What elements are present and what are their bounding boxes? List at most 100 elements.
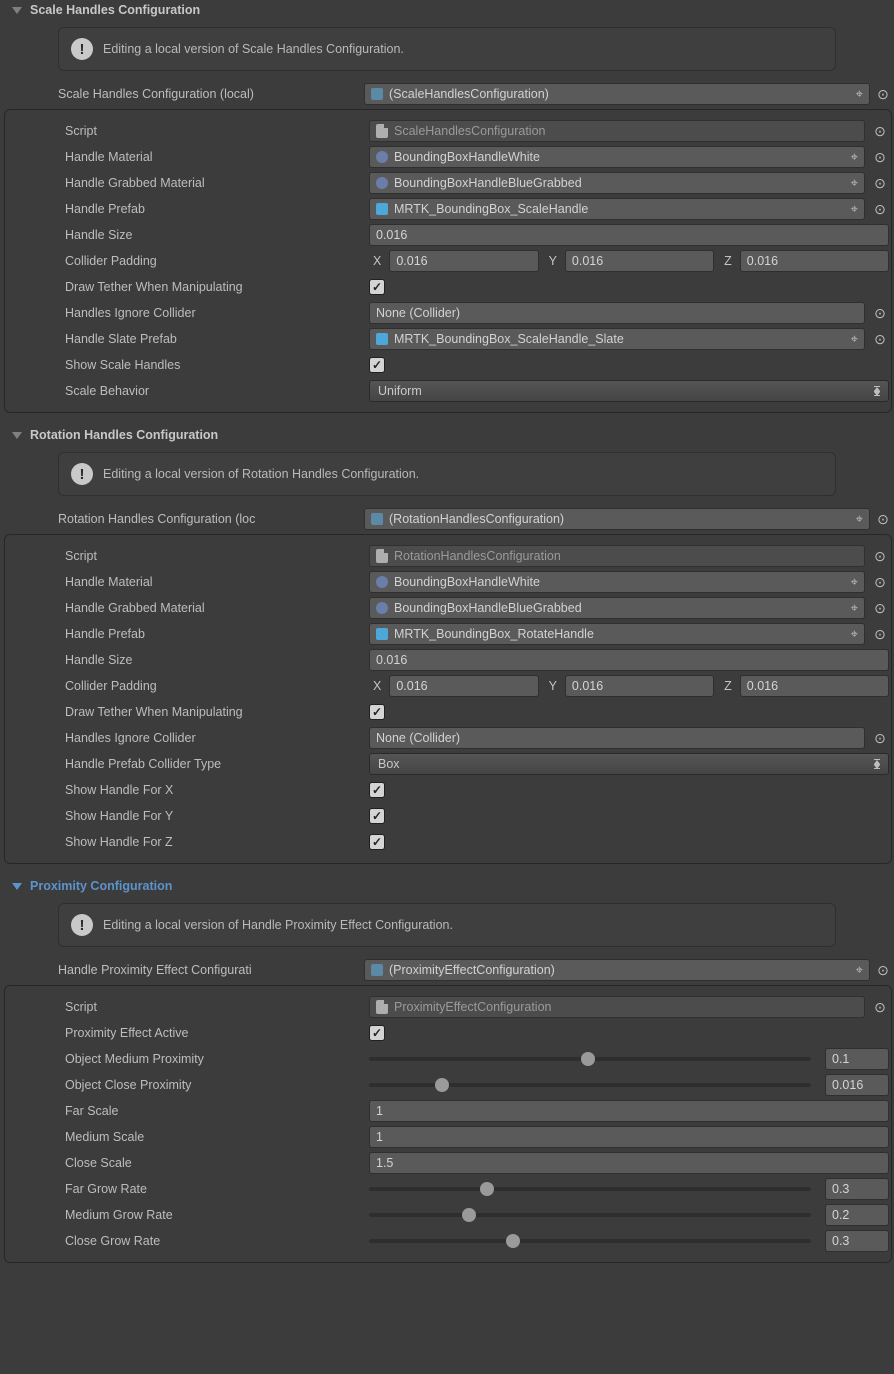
script-field: ProximityEffectConfiguration: [369, 996, 865, 1018]
object-close-proximity-value[interactable]: 0.016: [825, 1074, 889, 1096]
proximity-config-asset-field[interactable]: (ProximityEffectConfiguration): [364, 959, 870, 981]
object-picker-button[interactable]: [871, 198, 889, 220]
field-label: Proximity Effect Active: [65, 1026, 369, 1040]
prefab-icon: [376, 203, 388, 215]
axis-y-label: Y: [549, 679, 557, 693]
show-handle-z-checkbox[interactable]: [369, 834, 385, 850]
field-label: Far Grow Rate: [65, 1182, 369, 1196]
handle-size-input[interactable]: 0.016: [369, 649, 889, 671]
collider-padding-x[interactable]: 0.016: [389, 675, 538, 697]
far-grow-rate-slider[interactable]: [369, 1178, 819, 1200]
object-medium-proximity-value[interactable]: 0.1: [825, 1048, 889, 1070]
object-close-proximity-slider[interactable]: [369, 1074, 819, 1096]
show-handle-y-checkbox[interactable]: [369, 808, 385, 824]
close-grow-rate-value[interactable]: 0.3: [825, 1230, 889, 1252]
rotation-config-asset-field[interactable]: (RotationHandlesConfiguration): [364, 508, 870, 530]
field-label: Handle Grabbed Material: [65, 601, 369, 615]
far-grow-rate-value[interactable]: 0.3: [825, 1178, 889, 1200]
object-picker-button[interactable]: [871, 597, 889, 619]
asset-icon: [371, 513, 383, 525]
field-label: Handle Prefab: [65, 627, 369, 641]
field-value: MRTK_BoundingBox_ScaleHandle: [394, 202, 588, 216]
draw-tether-checkbox[interactable]: [369, 704, 385, 720]
field-label: Draw Tether When Manipulating: [65, 280, 369, 294]
field-value: None (Collider): [376, 306, 460, 320]
object-picker-button[interactable]: [871, 172, 889, 194]
handles-ignore-collider-field[interactable]: None (Collider): [369, 302, 865, 324]
object-medium-proximity-slider[interactable]: [369, 1048, 819, 1070]
section-scale: Scale Handles Configuration Editing a lo…: [0, 0, 894, 413]
object-picker-button[interactable]: [871, 328, 889, 350]
prefab-icon: [376, 333, 388, 345]
object-picker-button[interactable]: [874, 959, 892, 981]
section-proximity: Proximity Configuration Editing a local …: [0, 876, 894, 1263]
handles-ignore-collider-field[interactable]: None (Collider): [369, 727, 865, 749]
field-label: Close Scale: [65, 1156, 369, 1170]
collider-padding-x[interactable]: 0.016: [389, 250, 538, 272]
handle-prefab-field[interactable]: MRTK_BoundingBox_ScaleHandle: [369, 198, 865, 220]
info-text: Editing a local version of Handle Proxim…: [103, 918, 453, 932]
object-picker-button[interactable]: [871, 623, 889, 645]
material-icon: [376, 177, 388, 189]
handle-prefab-field[interactable]: MRTK_BoundingBox_RotateHandle: [369, 623, 865, 645]
collider-padding-z[interactable]: 0.016: [740, 675, 889, 697]
collider-padding-y[interactable]: 0.016: [565, 675, 714, 697]
object-picker-button[interactable]: [874, 83, 892, 105]
field-value: MRTK_BoundingBox_ScaleHandle_Slate: [394, 332, 624, 346]
collider-padding-z[interactable]: 0.016: [740, 250, 889, 272]
scale-config-asset-field[interactable]: (ScaleHandlesConfiguration): [364, 83, 870, 105]
field-value: BoundingBoxHandleWhite: [394, 150, 540, 164]
far-scale-input[interactable]: 1: [369, 1100, 889, 1122]
field-value: MRTK_BoundingBox_RotateHandle: [394, 627, 594, 641]
object-picker-button[interactable]: [871, 727, 889, 749]
field-label: Object Close Proximity: [65, 1078, 369, 1092]
handle-material-field[interactable]: BoundingBoxHandleWhite: [369, 146, 865, 168]
object-picker-button[interactable]: [871, 120, 889, 142]
material-icon: [376, 602, 388, 614]
field-label: Medium Scale: [65, 1130, 369, 1144]
script-icon: [376, 124, 388, 138]
handle-slate-prefab-field[interactable]: MRTK_BoundingBox_ScaleHandle_Slate: [369, 328, 865, 350]
medium-scale-input[interactable]: 1: [369, 1126, 889, 1148]
handle-prefab-collider-type-dropdown[interactable]: Box: [369, 753, 889, 775]
field-label: Script: [65, 124, 369, 138]
handle-grabbed-material-field[interactable]: BoundingBoxHandleBlueGrabbed: [369, 597, 865, 619]
collider-padding-y[interactable]: 0.016: [565, 250, 714, 272]
show-scale-handles-checkbox[interactable]: [369, 357, 385, 373]
medium-grow-rate-value[interactable]: 0.2: [825, 1204, 889, 1226]
info-icon: [71, 914, 93, 936]
object-picker-button[interactable]: [871, 302, 889, 324]
show-handle-x-checkbox[interactable]: [369, 782, 385, 798]
handle-material-field[interactable]: BoundingBoxHandleWhite: [369, 571, 865, 593]
object-picker-button[interactable]: [874, 508, 892, 530]
field-value: ScaleHandlesConfiguration: [394, 124, 545, 138]
field-label: Scale Handles Configuration (local): [58, 87, 360, 101]
handle-grabbed-material-field[interactable]: BoundingBoxHandleBlueGrabbed: [369, 172, 865, 194]
proximity-active-checkbox[interactable]: [369, 1025, 385, 1041]
object-picker-button[interactable]: [871, 545, 889, 567]
object-picker-button[interactable]: [871, 996, 889, 1018]
field-label: Handle Grabbed Material: [65, 176, 369, 190]
field-label: Collider Padding: [65, 254, 369, 268]
field-label: Handle Size: [65, 653, 369, 667]
section-proximity-header[interactable]: Proximity Configuration: [0, 876, 894, 897]
handle-size-input[interactable]: 0.016: [369, 224, 889, 246]
close-grow-rate-slider[interactable]: [369, 1230, 819, 1252]
section-title: Proximity Configuration: [30, 879, 172, 893]
asset-icon: [371, 88, 383, 100]
axis-z-label: Z: [724, 679, 732, 693]
object-picker-button[interactable]: [871, 146, 889, 168]
dropdown-value: Box: [378, 757, 400, 771]
field-label: Handle Material: [65, 575, 369, 589]
medium-grow-rate-slider[interactable]: [369, 1204, 819, 1226]
section-scale-header[interactable]: Scale Handles Configuration: [0, 0, 894, 21]
section-rotation-header[interactable]: Rotation Handles Configuration: [0, 425, 894, 446]
field-label: Close Grow Rate: [65, 1234, 369, 1248]
proximity-config-asset-row: Handle Proximity Effect Configurati (Pro…: [0, 957, 894, 985]
info-icon: [71, 38, 93, 60]
scale-behavior-dropdown[interactable]: Uniform: [369, 380, 889, 402]
draw-tether-checkbox[interactable]: [369, 279, 385, 295]
object-picker-button[interactable]: [871, 571, 889, 593]
chevron-updown-icon: [874, 387, 880, 396]
close-scale-input[interactable]: 1.5: [369, 1152, 889, 1174]
